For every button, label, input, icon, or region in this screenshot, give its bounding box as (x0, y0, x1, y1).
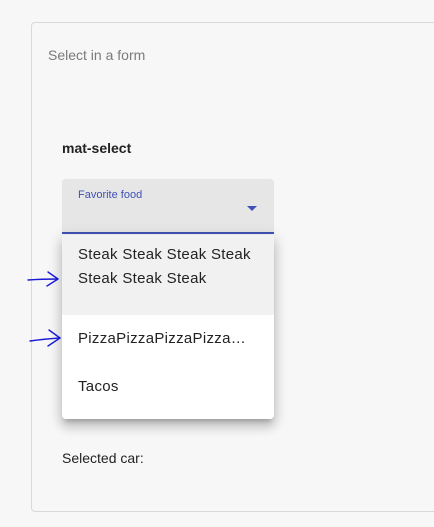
dropdown-arrow-icon[interactable] (247, 206, 257, 211)
favorite-food-label: Favorite food (78, 189, 143, 201)
hand-drawn-arrow-icon (29, 329, 61, 347)
option-tacos[interactable]: Tacos (62, 363, 274, 411)
option-steak[interactable]: Steak Steak Steak Steak Steak Steak Stea… (62, 235, 274, 315)
favorite-food-select[interactable]: Favorite food (62, 179, 274, 234)
option-pizza[interactable]: PizzaPizzaPizzaPizza… (62, 315, 274, 363)
hand-drawn-arrow-icon (27, 271, 59, 287)
selected-car-text: Selected car: (62, 450, 144, 466)
page: Select in a form mat-select Favorite foo… (0, 0, 434, 527)
favorite-food-options-panel: Steak Steak Steak Steak Steak Steak Stea… (62, 235, 274, 419)
section-title: mat-select (62, 140, 132, 156)
card-header: Select in a form (48, 47, 146, 63)
